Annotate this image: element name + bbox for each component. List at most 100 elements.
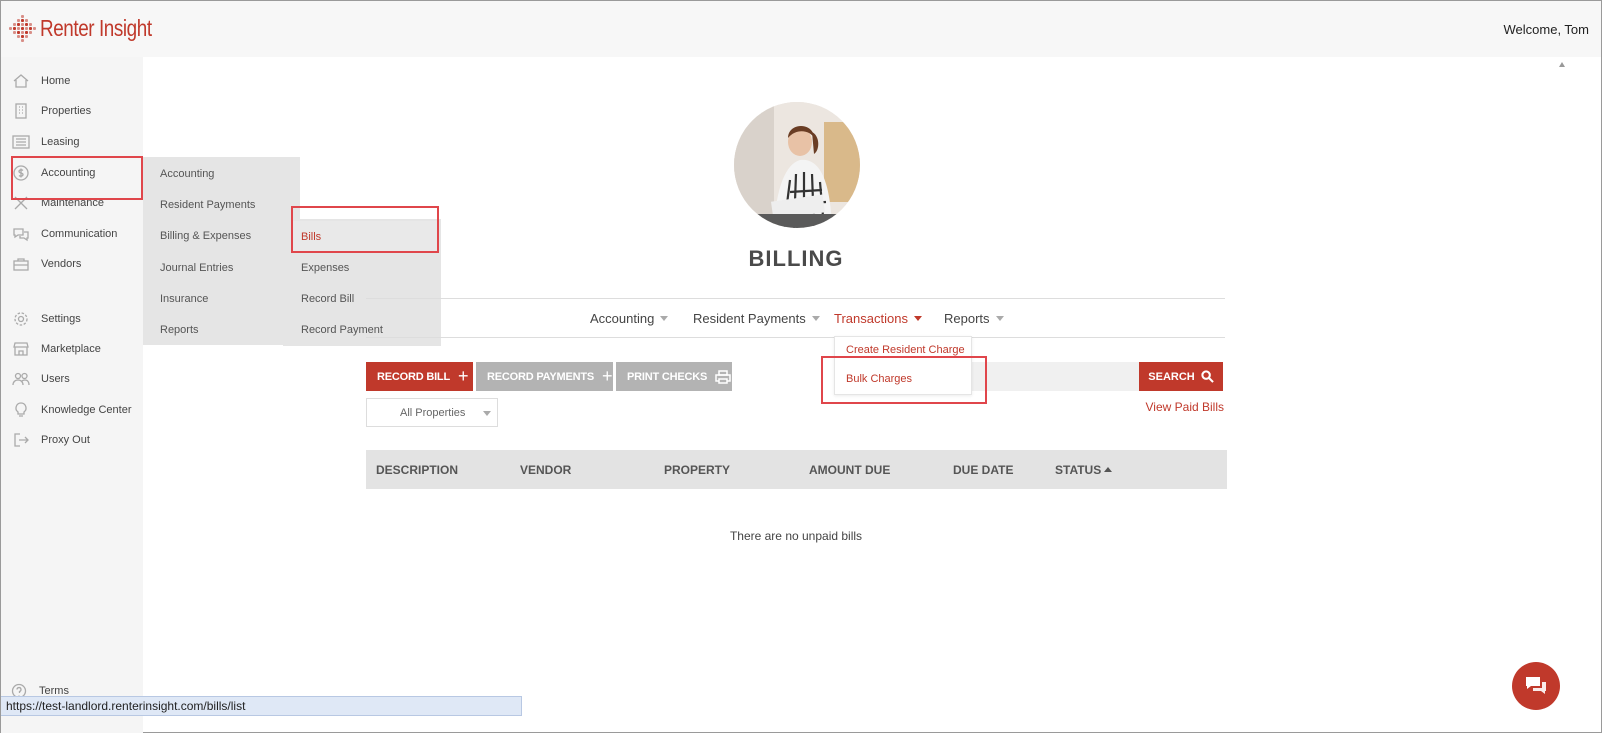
button-label: PRINT CHECKS [627, 370, 708, 383]
column-header-status[interactable]: STATUS [1055, 463, 1113, 477]
accounting-flyout-menu: Accounting Resident Payments Billing & E… [143, 157, 300, 345]
logo-dot [21, 39, 24, 42]
billing-avatar-image [734, 102, 860, 228]
briefcase-icon [11, 255, 31, 273]
search-input[interactable] [971, 362, 1139, 391]
plus-icon: + [457, 366, 469, 386]
flyout-item-expenses[interactable]: Expenses [301, 262, 349, 274]
sidebar-item-label: Communication [41, 228, 118, 240]
sidebar-item-label: Knowledge Center [41, 404, 132, 416]
dropdown-item-create-resident-charge[interactable]: Create Resident Charge [846, 344, 965, 356]
logo-dot [17, 19, 20, 22]
chat-widget-button[interactable] [1512, 662, 1560, 710]
brand-name: Renter Insight [40, 14, 152, 41]
plus-icon: + [602, 366, 613, 386]
logo-dot [17, 23, 20, 26]
button-label: RECORD PAYMENTS [487, 370, 595, 383]
logo-dot [33, 27, 36, 30]
logo-dot [29, 31, 32, 34]
home-icon [11, 72, 31, 90]
diamond-dots-logo-icon [9, 11, 36, 45]
sidebar-item-leasing[interactable]: Leasing [1, 128, 143, 156]
logo-dot [21, 27, 24, 30]
flyout-item-journal-entries[interactable]: Journal Entries [160, 262, 233, 274]
sidebar-item-users[interactable]: Users [1, 365, 143, 393]
view-paid-bills-link[interactable]: View Paid Bills [1101, 400, 1224, 414]
column-header-property[interactable]: PROPERTY [664, 463, 730, 477]
store-icon [11, 340, 31, 358]
annotation-box-accounting [11, 156, 143, 200]
caret-down-icon [483, 411, 491, 416]
top-bar: Renter Insight Welcome, Tom [1, 1, 1601, 57]
welcome-message[interactable]: Welcome, Tom [1504, 22, 1590, 37]
column-label: STATUS [1055, 463, 1102, 477]
column-header-due-date[interactable]: DUE DATE [953, 463, 1013, 477]
logo-dot [13, 27, 16, 30]
sidebar-item-label: Vendors [41, 258, 82, 270]
search-button[interactable]: SEARCH [1139, 362, 1223, 391]
users-icon [11, 370, 31, 388]
bills-table-header: DESCRIPTION VENDOR PROPERTY AMOUNT DUE D… [366, 450, 1227, 489]
caret-down-icon [913, 316, 922, 321]
sidebar-item-communication[interactable]: Communication [1, 220, 143, 248]
property-filter-select[interactable]: All Properties [366, 398, 498, 427]
column-header-amount-due[interactable]: AMOUNT DUE [809, 463, 890, 477]
chat-bubble-icon [1526, 677, 1546, 694]
scrollbar[interactable] [1556, 57, 1568, 677]
list-icon [11, 133, 31, 151]
sidebar-item-home[interactable]: Home [1, 67, 143, 95]
sidebar-item-label: Leasing [41, 136, 80, 148]
sidebar-item-label: Marketplace [41, 343, 101, 355]
subnav-accounting[interactable]: Accounting [590, 311, 669, 326]
sidebar-item-knowledge-center[interactable]: Knowledge Center [1, 396, 143, 424]
flyout-item-billing-expenses[interactable]: Billing & Expenses [160, 230, 251, 242]
logo-dot [13, 31, 16, 34]
logo-dot [21, 35, 24, 38]
sidebar-item-label: Users [41, 373, 70, 385]
logo-dot [21, 19, 24, 22]
printer-icon [715, 369, 731, 384]
sidebar-item-label: Settings [41, 313, 81, 325]
logo-dot [29, 23, 32, 26]
button-label: SEARCH [1148, 370, 1195, 383]
caret-down-icon [811, 316, 820, 321]
record-payments-button[interactable]: RECORD PAYMENTS + [476, 362, 613, 391]
browser-status-url: https://test-landlord.renterinsight.com/… [1, 696, 522, 716]
flyout-item-reports[interactable]: Reports [160, 324, 199, 336]
subnav-label: Accounting [590, 311, 655, 326]
lightbulb-icon [11, 401, 31, 419]
brand-logo[interactable]: Renter Insight [9, 11, 176, 45]
subnav-transactions[interactable]: Transactions [834, 311, 922, 326]
column-header-description[interactable]: DESCRIPTION [376, 463, 458, 477]
empty-table-message: There are no unpaid bills [729, 529, 863, 543]
sidebar-item-label: Proxy Out [41, 434, 90, 446]
subnav-reports[interactable]: Reports [944, 311, 1004, 326]
sidebar-item-marketplace[interactable]: Marketplace [1, 335, 143, 363]
annotation-box-bulk-charges [821, 356, 987, 404]
subnav-resident-payments[interactable]: Resident Payments [693, 311, 820, 326]
search-icon [1201, 370, 1214, 383]
logo-dot [29, 27, 32, 30]
print-checks-button[interactable]: PRINT CHECKS [616, 362, 732, 391]
logo-dot [21, 15, 24, 18]
caret-down-icon [660, 316, 669, 321]
select-value: All Properties [400, 406, 466, 419]
gear-icon [11, 310, 31, 328]
chat-icon [11, 225, 31, 243]
logo-dot [25, 31, 28, 34]
record-bill-button[interactable]: RECORD BILL + [366, 362, 473, 391]
sidebar-item-proxy-out[interactable]: Proxy Out [1, 426, 143, 454]
sidebar-item-properties[interactable]: Properties [1, 97, 143, 125]
flyout-item-resident-payments[interactable]: Resident Payments [160, 199, 255, 211]
exit-icon [11, 431, 31, 449]
sidebar-item-settings[interactable]: Settings [1, 305, 143, 333]
flyout-item-insurance[interactable]: Insurance [160, 293, 208, 305]
logo-dot [25, 35, 28, 38]
subnav-label: Resident Payments [693, 311, 806, 326]
subnav-label: Transactions [834, 311, 908, 326]
column-header-vendor[interactable]: VENDOR [520, 463, 571, 477]
sidebar-item-vendors[interactable]: Vendors [1, 250, 143, 278]
annotation-box-bills [291, 206, 439, 253]
flyout-item-record-bill[interactable]: Record Bill [301, 293, 354, 305]
flyout-item-accounting[interactable]: Accounting [160, 168, 214, 180]
